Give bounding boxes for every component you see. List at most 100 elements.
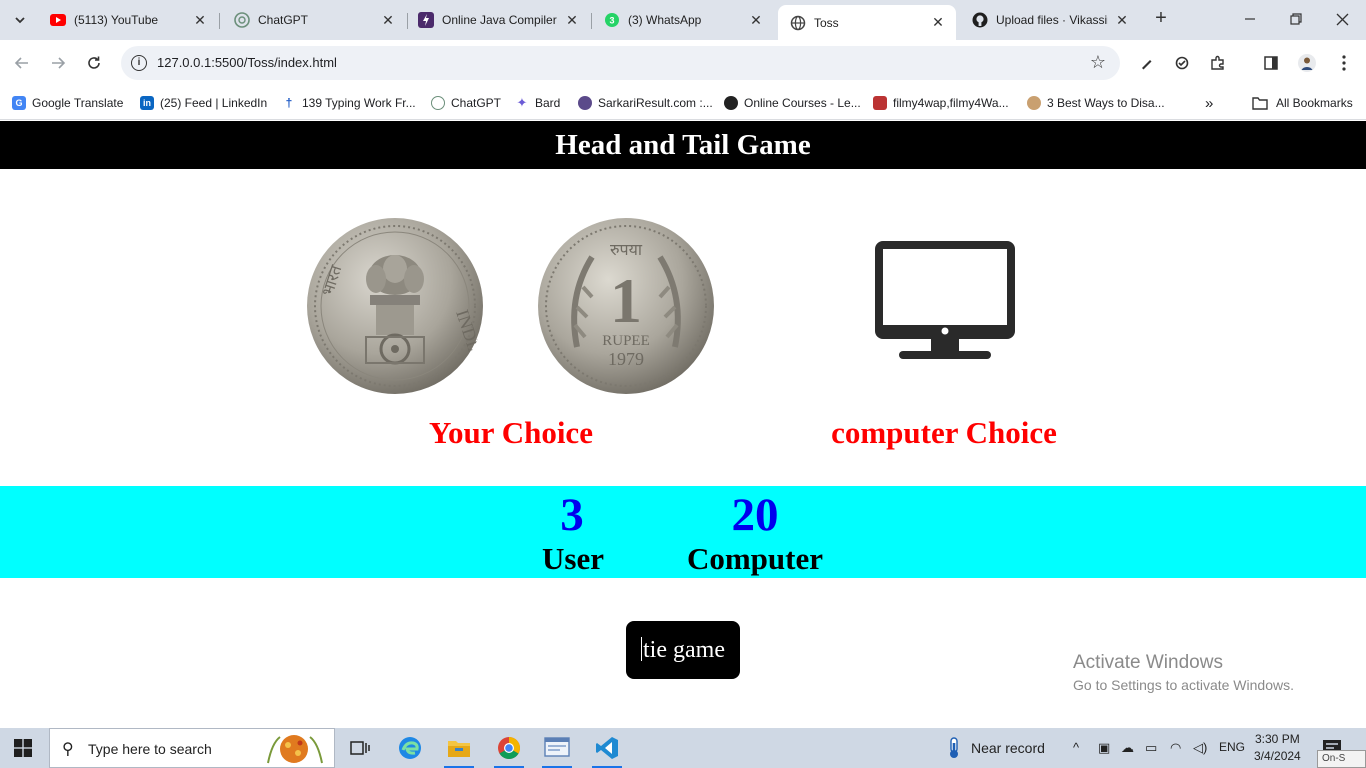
url-text[interactable]: 127.0.0.1:5500/Toss/index.html bbox=[157, 55, 337, 70]
reload-button[interactable] bbox=[82, 51, 106, 75]
taskbar-search-box[interactable]: ⚲ Type here to search bbox=[49, 728, 335, 768]
tab-title: ChatGPT bbox=[258, 13, 309, 27]
bookmark-bard[interactable]: ✦ Bard bbox=[515, 93, 560, 113]
tab-title: Online Java Compiler bbox=[442, 13, 557, 27]
wifi-tray-icon[interactable]: ◠ bbox=[1170, 740, 1181, 756]
show-hidden-icons-chevron-icon[interactable]: ^ bbox=[1073, 740, 1079, 755]
new-tab-button[interactable]: + bbox=[1150, 8, 1172, 30]
chatgpt-icon bbox=[234, 12, 250, 28]
score-board: 3 20 User Computer bbox=[0, 486, 1366, 578]
tab-github[interactable]: Upload files · Vikassin ✕ bbox=[960, 5, 1140, 35]
back-arrow-icon bbox=[14, 57, 28, 69]
windows-start-icon[interactable] bbox=[14, 739, 32, 757]
onscreen-keyboard-popup[interactable]: On-S bbox=[1317, 750, 1366, 768]
bookmark-chatgpt[interactable]: ChatGPT bbox=[431, 93, 501, 113]
close-icon[interactable]: ✕ bbox=[564, 12, 580, 28]
system-clock[interactable]: 3:30 PM 3/4/2024 bbox=[1254, 731, 1301, 765]
camera-tray-icon[interactable]: ▣ bbox=[1098, 740, 1110, 756]
svg-text:रुपया: रुपया bbox=[610, 240, 643, 259]
bookmark-sarkari[interactable]: SarkariResult.com :... bbox=[578, 93, 713, 113]
bookmark-online-courses[interactable]: Online Courses - Le... bbox=[724, 93, 861, 113]
pen-extension-icon[interactable] bbox=[1136, 52, 1158, 74]
bard-icon: ✦ bbox=[515, 95, 529, 110]
coin-tail-rupee-icon[interactable]: 1 RUPEE 1979 रुपया bbox=[537, 217, 715, 395]
tab-java-compiler[interactable]: Online Java Compiler ✕ bbox=[406, 5, 590, 35]
tab-divider bbox=[219, 13, 220, 29]
tab-search-button[interactable] bbox=[6, 7, 34, 33]
tab-toss[interactable]: Toss ✕ bbox=[778, 5, 956, 40]
site-info-icon[interactable]: i bbox=[131, 55, 147, 71]
coin-head-emblem-icon[interactable]: INDIA भारत bbox=[306, 217, 484, 395]
browser-toolbar: i 127.0.0.1:5500/Toss/index.html ☆ bbox=[0, 40, 1366, 86]
bookmark-label: (25) Feed | LinkedIn bbox=[160, 96, 268, 110]
back-button[interactable] bbox=[10, 51, 34, 75]
your-choice-label: Your Choice bbox=[429, 415, 593, 450]
bookmarks-overflow-chevron-icon[interactable]: » bbox=[1205, 93, 1213, 113]
tab-title: Upload files · Vikassin bbox=[996, 13, 1108, 27]
folder-icon bbox=[448, 741, 470, 757]
youtube-icon bbox=[50, 12, 66, 28]
avatar-icon bbox=[1027, 96, 1041, 110]
tab-title: (3) WhatsApp bbox=[628, 13, 702, 27]
weather-text: Near record bbox=[971, 740, 1045, 756]
taskbar-edge[interactable] bbox=[387, 728, 433, 768]
bookmark-best-ways[interactable]: 3 Best Ways to Disa... bbox=[1027, 93, 1165, 113]
github-icon bbox=[972, 12, 988, 28]
chrome-icon bbox=[498, 737, 520, 759]
volume-tray-icon[interactable]: ◁) bbox=[1193, 740, 1207, 756]
sync-extension-icon[interactable] bbox=[1171, 52, 1193, 74]
extensions-puzzle-icon[interactable] bbox=[1207, 52, 1229, 74]
tab-whatsapp[interactable]: 3 (3) WhatsApp ✕ bbox=[592, 5, 774, 35]
activate-windows-watermark: Activate Windows Go to Settings to activ… bbox=[1073, 652, 1294, 693]
taskbar-chrome[interactable] bbox=[486, 728, 532, 768]
vscode-icon bbox=[596, 737, 618, 759]
tab-title: Toss bbox=[814, 15, 839, 30]
computer-choice-label: computer Choice bbox=[831, 415, 1057, 450]
cloud-tray-icon[interactable]: ☁ bbox=[1121, 740, 1134, 756]
close-icon[interactable]: ✕ bbox=[748, 12, 764, 28]
close-icon[interactable]: ✕ bbox=[380, 12, 396, 28]
taskbar-vscode[interactable] bbox=[584, 728, 630, 768]
bookmark-typing-work[interactable]: † 139 Typing Work Fr... bbox=[282, 93, 416, 113]
minimize-button[interactable] bbox=[1239, 8, 1261, 30]
close-icon[interactable]: ✕ bbox=[1114, 12, 1130, 28]
page-title: Head and Tail Game bbox=[0, 121, 1366, 169]
close-window-button[interactable] bbox=[1331, 8, 1353, 30]
taskbar-file-explorer[interactable] bbox=[436, 728, 482, 768]
bookmark-linkedin[interactable]: in (25) Feed | LinkedIn bbox=[140, 93, 267, 113]
computer-score-value: 20 bbox=[731, 489, 779, 541]
task-view-icon bbox=[350, 741, 370, 755]
address-bar[interactable]: i 127.0.0.1:5500/Toss/index.html ☆ bbox=[121, 46, 1120, 80]
result-message[interactable]: tie game bbox=[626, 621, 740, 679]
tab-youtube[interactable]: (5113) YouTube ✕ bbox=[38, 5, 218, 35]
taskbar: ⚲ Type here to search Near record ^ ▣ ☁ … bbox=[0, 728, 1366, 768]
bookmark-label: SarkariResult.com :... bbox=[598, 96, 713, 110]
watermark-subtitle: Go to Settings to activate Windows. bbox=[1073, 677, 1294, 693]
bookmark-label: 139 Typing Work Fr... bbox=[302, 96, 416, 110]
tab-chatgpt[interactable]: ChatGPT ✕ bbox=[222, 5, 406, 35]
sarkari-icon bbox=[578, 96, 592, 110]
weather-widget[interactable]: Near record bbox=[945, 728, 1045, 768]
profile-avatar[interactable] bbox=[1296, 52, 1318, 74]
task-view-button[interactable] bbox=[337, 728, 383, 768]
battery-tray-icon[interactable]: ▭ bbox=[1145, 740, 1157, 756]
menu-kebab-icon[interactable] bbox=[1333, 52, 1355, 74]
search-placeholder: Type here to search bbox=[88, 741, 212, 757]
google-translate-icon: G bbox=[12, 96, 26, 110]
taskbar-window-app[interactable] bbox=[534, 728, 580, 768]
close-icon[interactable]: ✕ bbox=[930, 14, 946, 31]
svg-text:1: 1 bbox=[610, 265, 642, 336]
bookmark-google-translate[interactable]: G Google Translate bbox=[12, 93, 123, 113]
result-text: tie game bbox=[643, 637, 725, 663]
forward-button[interactable] bbox=[46, 51, 70, 75]
restore-button[interactable] bbox=[1285, 8, 1307, 30]
computer-score-label: Computer bbox=[686, 541, 824, 576]
side-panel-icon[interactable] bbox=[1260, 52, 1282, 74]
bookmark-star-icon[interactable]: ☆ bbox=[1090, 52, 1106, 73]
page-content: Head and Tail Game INDIA भारत 1 RUPEE 19… bbox=[0, 121, 1366, 728]
edge-icon bbox=[399, 737, 421, 759]
bookmark-filmy[interactable]: filmy4wap,filmy4Wa... bbox=[873, 93, 1009, 113]
close-icon[interactable]: ✕ bbox=[192, 12, 208, 28]
all-bookmarks-button[interactable]: All Bookmarks bbox=[1252, 93, 1353, 113]
language-indicator[interactable]: ENG bbox=[1219, 740, 1245, 754]
